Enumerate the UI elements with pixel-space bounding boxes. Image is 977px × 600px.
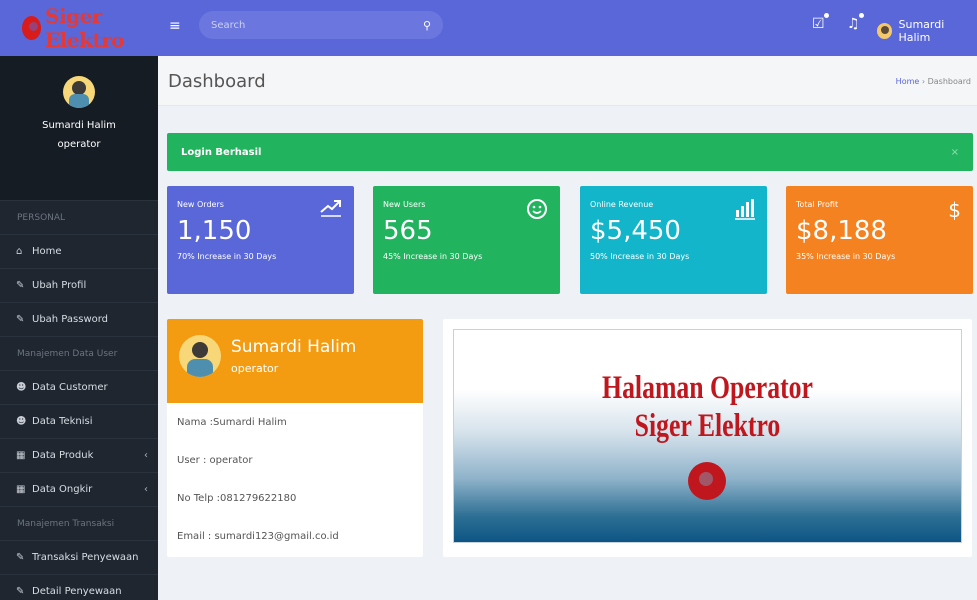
edit-icon: ✎ bbox=[16, 314, 25, 325]
smile-icon bbox=[526, 198, 548, 225]
sidebar-profile-role: operator bbox=[57, 139, 101, 150]
trend-up-icon bbox=[320, 198, 342, 223]
sidebar-item-ubah-profil[interactable]: ✎ Ubah Profil bbox=[0, 268, 158, 302]
stat-subtext: 70% Increase in 30 Days bbox=[177, 252, 277, 261]
edit-icon: ✎ bbox=[16, 586, 25, 597]
profile-card: Sumardi Halim operator Nama :Sumardi Hal… bbox=[167, 319, 423, 557]
profile-nama: Nama :Sumardi Halim bbox=[177, 417, 287, 428]
stat-value: $5,450 bbox=[590, 216, 681, 246]
breadcrumb: Home › Dashboard bbox=[896, 77, 971, 86]
messages-icon[interactable]: ☑ bbox=[812, 13, 829, 32]
sidebar-item-label: Ubah Profil bbox=[32, 280, 87, 291]
sidebar-section-user: Manajemen Data User bbox=[0, 336, 158, 370]
sidebar-item-data-produk[interactable]: ▦ Data Produk ‹ bbox=[0, 438, 158, 472]
grid-icon: ▦ bbox=[16, 450, 26, 461]
sidebar-item-data-ongkir[interactable]: ▦ Data Ongkir ‹ bbox=[0, 472, 158, 506]
home-icon: ⌂ bbox=[16, 246, 23, 257]
users-icon: ☻ bbox=[16, 382, 27, 393]
stat-value: $8,188 bbox=[796, 216, 887, 246]
breadcrumb-home-link[interactable]: Home bbox=[896, 77, 920, 86]
stat-subtext: 50% Increase in 30 Days bbox=[590, 252, 690, 261]
sidebar: Sumardi Halim operator PERSONAL ⌂ Home ✎ U… bbox=[0, 56, 158, 600]
edit-icon: ✎ bbox=[16, 280, 25, 291]
stat-label: New Users bbox=[383, 200, 426, 209]
stat-subtext: 45% Increase in 30 Days bbox=[383, 252, 483, 261]
avatar bbox=[63, 76, 95, 108]
brand-logo[interactable]: Siger Elektro bbox=[0, 0, 158, 56]
breadcrumb-current: Dashboard bbox=[927, 77, 971, 86]
avatar bbox=[179, 335, 221, 377]
sidebar-section-transaksi: Manajemen Transaksi bbox=[0, 506, 158, 540]
breadcrumb-separator: › bbox=[919, 77, 928, 86]
banner-title-line2: Siger Elektro bbox=[634, 408, 781, 444]
chevron-left-icon: ‹ bbox=[144, 484, 148, 495]
search-input[interactable] bbox=[211, 19, 411, 31]
stat-value: 1,150 bbox=[177, 216, 252, 246]
brand-name: Siger Elektro bbox=[45, 4, 125, 52]
sidebar-item-label: Home bbox=[32, 246, 62, 257]
sidebar-item-detail-penyewaan[interactable]: ✎ Detail Penyewaan bbox=[0, 574, 158, 600]
sidebar-item-data-customer[interactable]: ☻ Data Customer bbox=[0, 370, 158, 404]
grid-icon: ▦ bbox=[16, 484, 26, 495]
operator-banner: Halaman Operator Siger Elektro bbox=[453, 329, 962, 543]
chevron-left-icon: ‹ bbox=[144, 450, 148, 461]
page-title: Dashboard bbox=[168, 71, 266, 92]
sidebar-item-label: Data Customer bbox=[32, 382, 108, 393]
login-success-alert: Login Berhasil × bbox=[167, 133, 973, 171]
stat-label: Online Revenue bbox=[590, 200, 654, 209]
stat-card-new-orders: New Orders 1,150 70% Increase in 30 Days bbox=[167, 186, 354, 294]
messages-dot bbox=[823, 13, 829, 18]
sidebar-item-label: Data Ongkir bbox=[32, 484, 93, 495]
sidebar-item-label: Ubah Password bbox=[32, 314, 109, 325]
sidebar-item-transaksi-penyewaan[interactable]: ✎ Transaksi Penyewaan bbox=[0, 540, 158, 574]
search-box[interactable]: ⚲ bbox=[199, 11, 443, 39]
menu-toggle-icon[interactable]: ≡ bbox=[169, 18, 181, 34]
bar-chart-icon bbox=[735, 198, 755, 225]
alert-text: Login Berhasil bbox=[181, 146, 262, 158]
user-name: Sumardi Halim bbox=[898, 18, 945, 44]
profile-email: Email : sumardi123@gmail.co.id bbox=[177, 531, 339, 542]
avatar bbox=[877, 23, 893, 39]
siger-logo-icon bbox=[22, 16, 42, 40]
sidebar-item-label: Detail Penyewaan bbox=[32, 586, 122, 597]
stat-card-total-profit: Total Profit $8,188 35% Increase in 30 D… bbox=[786, 186, 973, 294]
profile-card-role: operator bbox=[231, 362, 279, 375]
sidebar-profile: Sumardi Halim operator bbox=[0, 56, 158, 200]
banner-title-line1: Halaman Operator bbox=[602, 370, 813, 406]
stat-value: 565 bbox=[383, 216, 433, 246]
sidebar-item-data-teknisi[interactable]: ☻ Data Teknisi bbox=[0, 404, 158, 438]
profile-telp: No Telp :081279622180 bbox=[177, 493, 297, 504]
sidebar-item-label: Data Produk bbox=[32, 450, 94, 461]
sidebar-item-ubah-password[interactable]: ✎ Ubah Password bbox=[0, 302, 158, 336]
content-header: Dashboard Home › Dashboard bbox=[158, 56, 977, 106]
dollar-icon: $ bbox=[948, 198, 961, 222]
siger-logo-icon bbox=[688, 462, 726, 500]
stat-label: New Orders bbox=[177, 200, 224, 209]
user-menu[interactable]: Sumardi Halim bbox=[877, 18, 977, 44]
sidebar-item-label: Data Teknisi bbox=[32, 416, 93, 427]
banner-card: Halaman Operator Siger Elektro bbox=[443, 319, 972, 557]
notification-dot bbox=[858, 13, 864, 18]
stat-card-online-revenue: Online Revenue $5,450 50% Increase in 30… bbox=[580, 186, 767, 294]
profile-card-name: Sumardi Halim bbox=[231, 337, 357, 357]
sidebar-item-home[interactable]: ⌂ Home bbox=[0, 234, 158, 268]
sidebar-section-personal: PERSONAL bbox=[0, 200, 158, 234]
profile-user: User : operator bbox=[177, 455, 253, 466]
search-icon[interactable]: ⚲ bbox=[423, 19, 431, 32]
sidebar-item-label: Transaksi Penyewaan bbox=[32, 552, 139, 563]
sidebar-profile-name: Sumardi Halim bbox=[42, 120, 116, 131]
notification-bell-icon[interactable]: ♫ bbox=[847, 13, 864, 32]
edit-icon: ✎ bbox=[16, 552, 25, 563]
profile-card-header: Sumardi Halim operator bbox=[167, 319, 423, 403]
stat-card-new-users: New Users 565 45% Increase in 30 Days bbox=[373, 186, 560, 294]
close-icon[interactable]: × bbox=[951, 147, 959, 158]
stat-label: Total Profit bbox=[796, 200, 839, 209]
stat-subtext: 35% Increase in 30 Days bbox=[796, 252, 896, 261]
users-icon: ☻ bbox=[16, 416, 27, 427]
